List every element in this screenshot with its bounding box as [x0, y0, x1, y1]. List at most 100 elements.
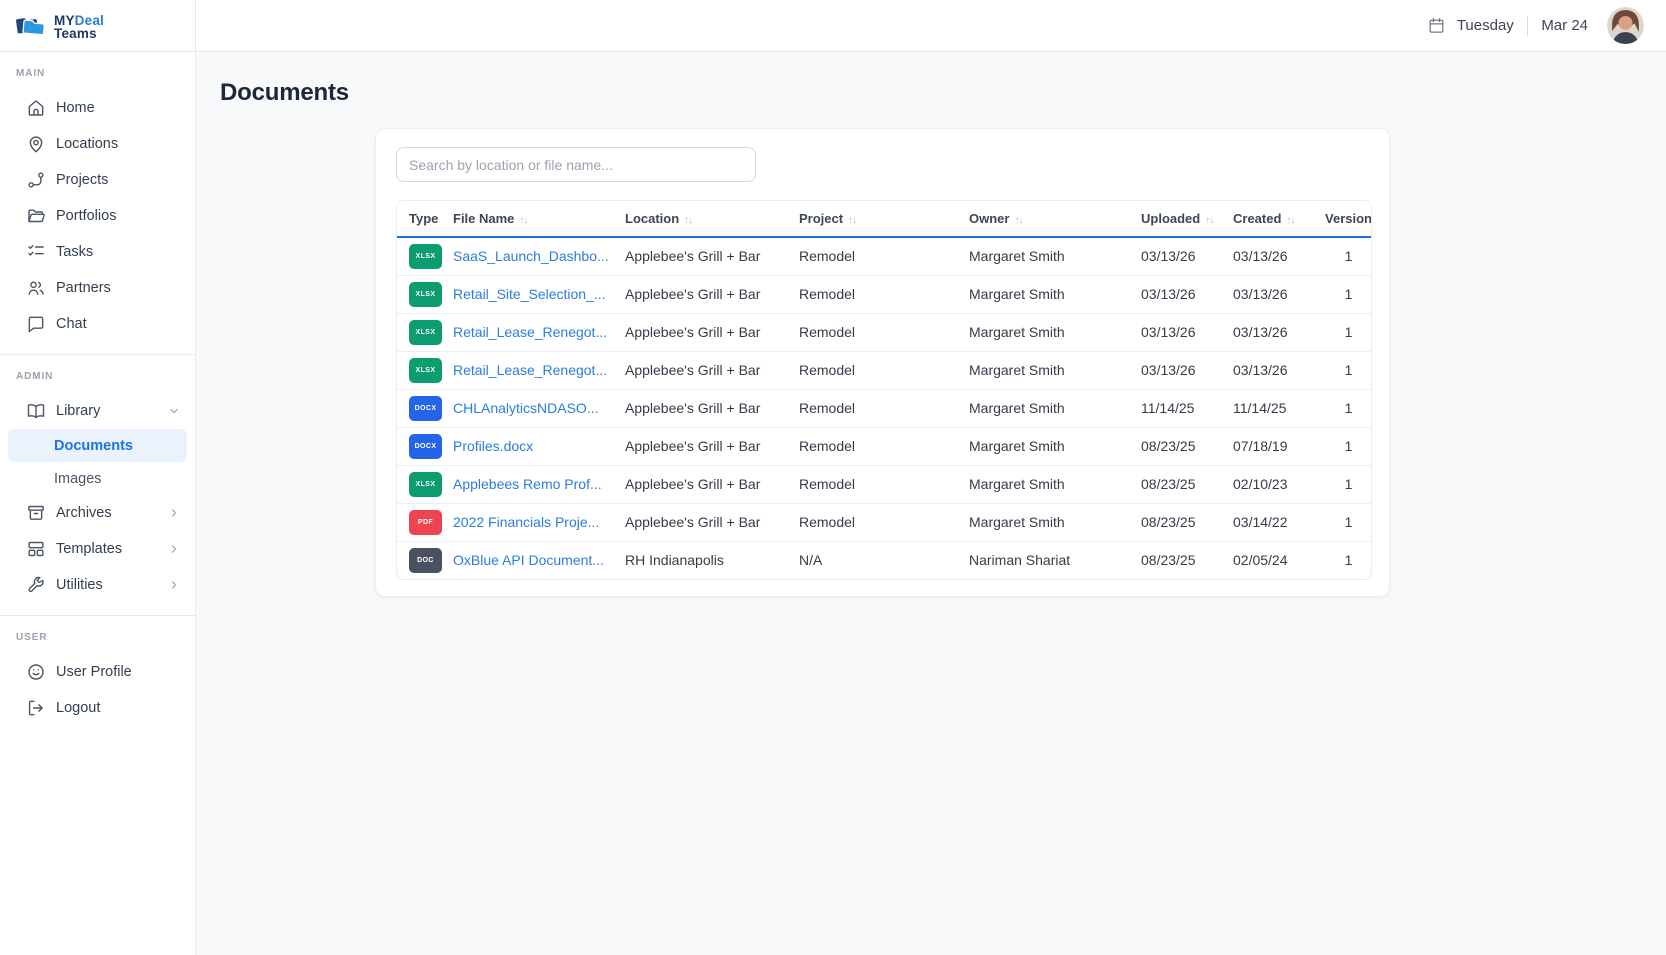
chevron-right-icon [167, 578, 181, 592]
cell-location: Applebee's Grill + Bar [625, 237, 799, 275]
cell-file-name: Retail_Lease_Renegot... [453, 313, 625, 351]
documents-card: TypeFile Name↑↓Location↑↓Project↑↓Owner↑… [375, 128, 1390, 597]
cell-uploaded: 03/13/26 [1141, 237, 1233, 275]
file-name-link[interactable]: OxBlue API Document... [453, 552, 604, 568]
cell-created: 07/18/19 [1233, 427, 1324, 465]
file-name-link[interactable]: Applebees Remo Prof... [453, 476, 602, 492]
chevron-right-icon [167, 542, 181, 556]
sort-icon[interactable]: ↑↓ [848, 215, 856, 226]
cell-created: 02/10/23 [1233, 465, 1324, 503]
route-icon [26, 170, 46, 190]
file-name-link[interactable]: Retail_Site_Selection_... [453, 286, 606, 302]
cell-created: 03/13/26 [1233, 351, 1324, 389]
sidebar-subitem-documents[interactable]: Documents [8, 429, 187, 462]
cell-project: Remodel [799, 351, 969, 389]
cell-created: 02/05/24 [1233, 541, 1324, 579]
cell-type: XLSX [397, 237, 453, 275]
cell-type: XLSX [397, 351, 453, 389]
cell-version: 1 [1324, 275, 1372, 313]
brand-name: MYDeal Teams [54, 12, 104, 40]
file-name-link[interactable]: Retail_Lease_Renegot... [453, 324, 607, 340]
chevron-right-icon [167, 506, 181, 520]
cell-location: Applebee's Grill + Bar [625, 275, 799, 313]
sidebar-item-partners[interactable]: Partners [0, 270, 195, 306]
column-header-created[interactable]: Created↑↓ [1233, 201, 1324, 237]
cell-location: RH Indianapolis [625, 541, 799, 579]
map-pin-icon [26, 134, 46, 154]
sidebar-item-label: Partners [56, 280, 111, 296]
table-row: PDF2022 Financials Proje...Applebee's Gr… [397, 503, 1372, 541]
file-type-badge: XLSX [409, 244, 442, 269]
sidebar-subitem-images[interactable]: Images [0, 462, 195, 495]
table-row: XLSX SaaS_Launch_Dashbo... Applebee's Gril… [397, 237, 1372, 275]
sidebar-item-chat[interactable]: Chat [0, 306, 195, 342]
cell-project: Remodel [799, 275, 969, 313]
documents-table-body: XLSX SaaS_Launch_Dashbo... Applebee's Gril… [397, 237, 1372, 579]
cell-created: 03/13/26 [1233, 275, 1324, 313]
home-icon [26, 98, 46, 118]
cell-version: 1 [1324, 351, 1372, 389]
sidebar-item-archives[interactable]: Archives [0, 495, 195, 531]
sidebar-item-label: Tasks [56, 244, 93, 260]
cell-version: 1 [1324, 389, 1372, 427]
cell-created: 03/13/26 [1233, 313, 1324, 351]
wrench-icon [26, 575, 46, 595]
column-header-project[interactable]: Project↑↓ [799, 201, 969, 237]
sort-icon[interactable]: ↑↓ [519, 215, 527, 226]
sort-icon[interactable]: ↑↓ [1014, 215, 1022, 226]
table-row: XLSXRetail_Site_Selection_...Applebee's … [397, 275, 1372, 313]
column-label: Uploaded [1141, 211, 1200, 226]
cell-version: 1 [1324, 427, 1372, 465]
cell-version: 1 [1324, 541, 1372, 579]
file-name-link[interactable]: CHLAnalyticsNDASO... [453, 400, 598, 416]
table-row: DOCOxBlue API Document...RH Indianapolis… [397, 541, 1372, 579]
cell-version: 1 [1324, 237, 1372, 275]
sidebar-item-utilities[interactable]: Utilities [0, 567, 195, 603]
sort-icon[interactable]: ↑↓ [1286, 215, 1294, 226]
sidebar-item-label: Library [56, 403, 100, 419]
sort-icon[interactable]: ↑↓ [1205, 215, 1213, 226]
cell-type: XLSX [397, 313, 453, 351]
file-name-link[interactable]: SaaS_Launch_Dashbo... [453, 248, 609, 264]
file-type-badge: XLSX [409, 472, 442, 497]
cell-uploaded: 08/23/25 [1141, 427, 1233, 465]
column-header-uploaded[interactable]: Uploaded ↑↓ [1141, 201, 1233, 237]
cell-owner: Nariman Shariat [969, 541, 1141, 579]
sidebar-item-logout[interactable]: Logout [0, 690, 195, 726]
file-name-link[interactable]: Profiles.docx [453, 438, 533, 454]
column-label: File Name [453, 211, 514, 226]
sidebar-item-user-profile[interactable]: User Profile [0, 654, 195, 690]
search-input[interactable] [396, 147, 756, 182]
cell-location: Applebee's Grill + Bar [625, 351, 799, 389]
cell-file-name: Retail_Lease_Renegot... [453, 351, 625, 389]
date-label: Mar 24 [1541, 17, 1588, 34]
cell-owner: Margaret Smith [969, 237, 1141, 275]
archive-icon [26, 503, 46, 523]
topbar: Tuesday Mar 24 [196, 0, 1666, 52]
sidebar-item-templates[interactable]: Templates [0, 531, 195, 567]
cell-owner: Margaret Smith [969, 313, 1141, 351]
sidebar-item-tasks[interactable]: Tasks [0, 234, 195, 270]
column-header-file-name[interactable]: File Name ↑↓ [453, 201, 625, 237]
file-name-link[interactable]: Retail_Lease_Renegot... [453, 362, 607, 378]
file-name-link[interactable]: 2022 Financials Proje... [453, 514, 599, 530]
cell-location: Applebee's Grill + Bar [625, 503, 799, 541]
cell-file-name: SaaS_Launch_Dashbo... [453, 237, 625, 275]
sidebar-item-locations[interactable]: Locations [0, 126, 195, 162]
user-avatar[interactable] [1607, 7, 1644, 44]
sidebar-item-label: User Profile [56, 664, 132, 680]
cell-owner: Margaret Smith [969, 351, 1141, 389]
cell-uploaded: 08/23/25 [1141, 503, 1233, 541]
column-header-owner[interactable]: Owner↑↓ [969, 201, 1141, 237]
sidebar-item-portfolios[interactable]: Portfolios [0, 198, 195, 234]
sidebar-item-library[interactable]: Library [0, 393, 195, 429]
sort-icon[interactable]: ↑↓ [684, 215, 692, 226]
column-header-location[interactable]: Location ↑↓ [625, 201, 799, 237]
cell-project: Remodel [799, 427, 969, 465]
sidebar-item-projects[interactable]: Projects [0, 162, 195, 198]
cell-file-name: CHLAnalyticsNDASO... [453, 389, 625, 427]
column-label: Location [625, 211, 679, 226]
page-title: Documents [220, 79, 1666, 107]
sidebar-item-home[interactable]: Home [0, 90, 195, 126]
app-logo[interactable]: MYDeal Teams [0, 0, 195, 52]
